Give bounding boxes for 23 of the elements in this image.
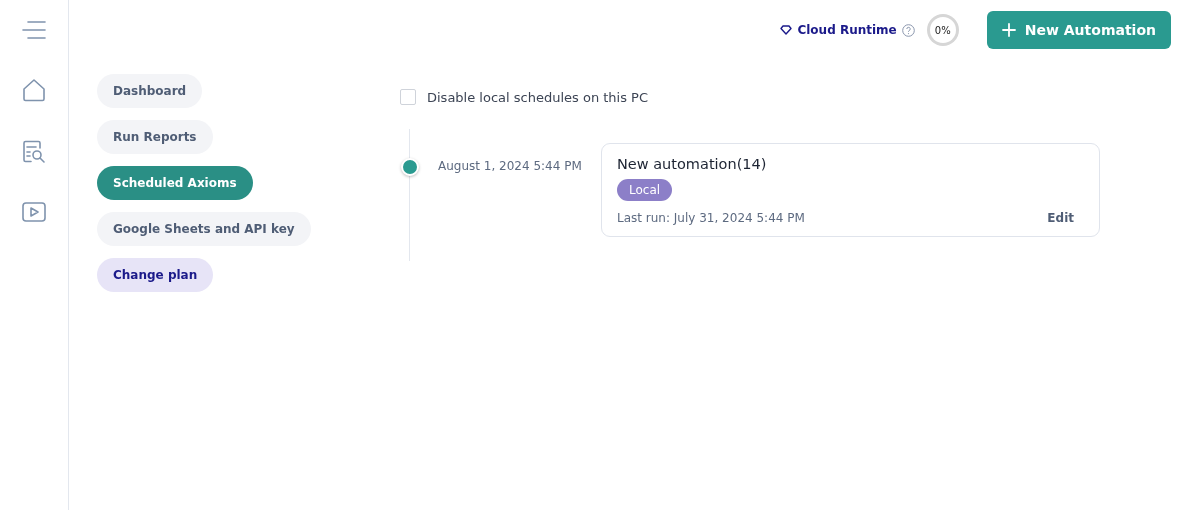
report-search-icon[interactable]	[22, 140, 46, 164]
automation-title: New automation(14)	[617, 156, 767, 172]
last-run-text: Last run: July 31, 2024 5:44 PM	[617, 211, 805, 225]
plus-icon	[1001, 23, 1016, 37]
menu-icon[interactable]	[22, 20, 46, 40]
checkbox[interactable]	[400, 89, 416, 105]
timeline-dot	[401, 158, 419, 176]
checkbox-label: Disable local schedules on this PC	[427, 89, 649, 105]
timeline-date: August 1, 2024 5:44 PM	[438, 159, 583, 173]
cloud-runtime-label[interactable]: Cloud Runtime	[797, 23, 897, 37]
usage-percent: 0%	[929, 17, 956, 43]
help-icon[interactable]	[901, 23, 915, 37]
nav-item[interactable]: Run Reports	[97, 120, 213, 154]
nav-item[interactable]: Google Sheets and API key	[97, 212, 311, 246]
new-automation-button[interactable]: New Automation	[986, 11, 1171, 49]
nav-item[interactable]: Change plan	[97, 258, 214, 292]
play-icon[interactable]	[22, 202, 46, 222]
nav-item[interactable]: Dashboard	[97, 74, 203, 108]
nav-item[interactable]: Scheduled Axioms	[97, 166, 253, 200]
diamond-icon	[780, 25, 793, 35]
home-icon[interactable]	[22, 78, 46, 102]
local-tag: Local	[617, 179, 673, 201]
edit-link[interactable]: Edit	[1047, 211, 1074, 225]
